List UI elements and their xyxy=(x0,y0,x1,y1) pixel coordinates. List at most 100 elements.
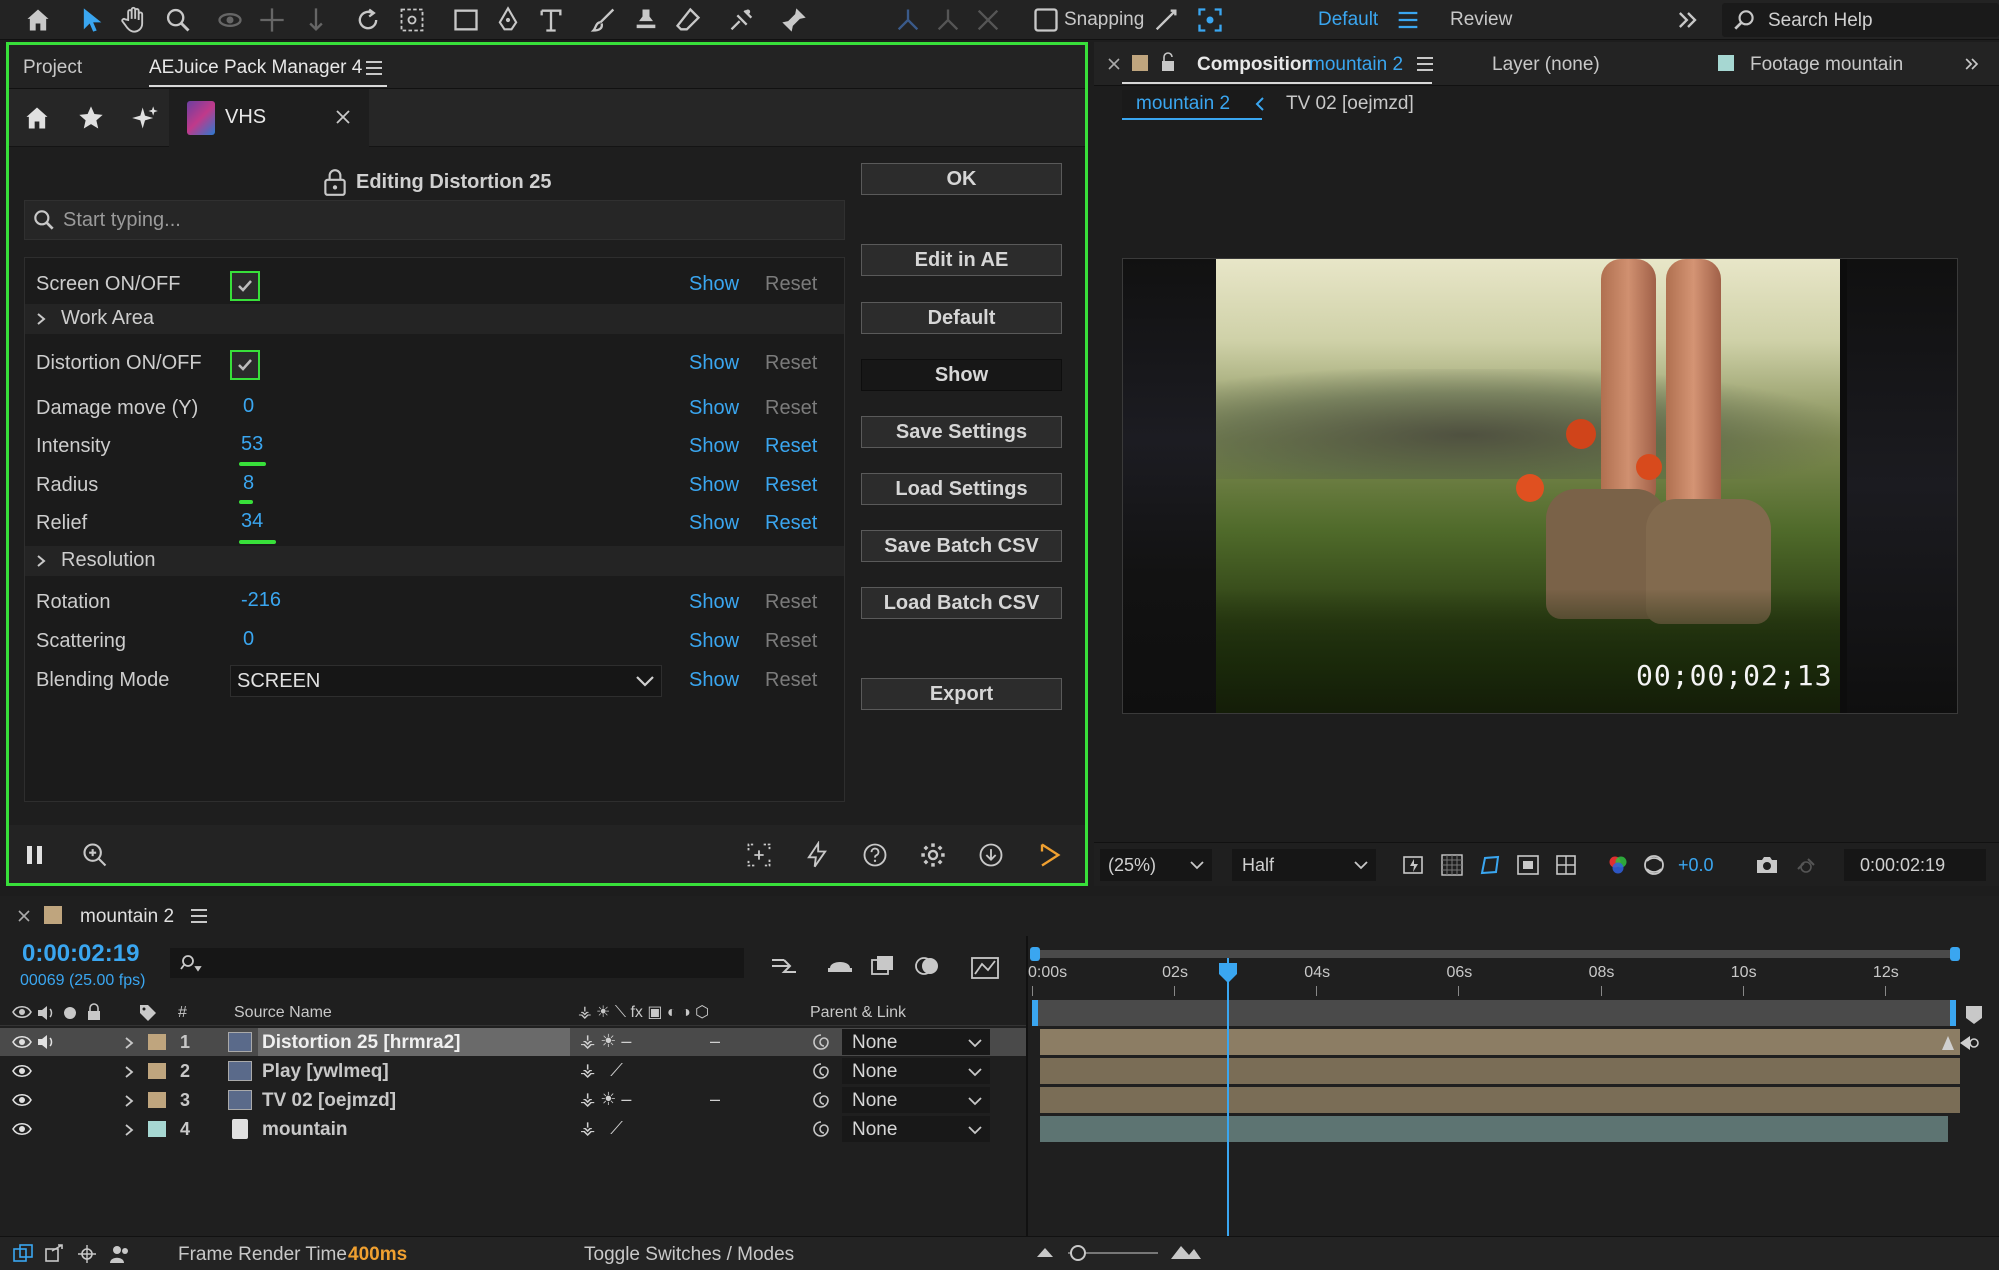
graph-toggle-icon[interactable] xyxy=(76,1243,98,1265)
work-area-bar[interactable] xyxy=(1032,1000,1956,1026)
hand-tool-icon[interactable] xyxy=(118,4,150,36)
composition-viewer[interactable]: 00;00;02;13 xyxy=(1122,258,1958,714)
eye-icon[interactable] xyxy=(12,1063,32,1079)
transfer-controls-icon[interactable] xyxy=(44,1243,66,1265)
current-time-display[interactable]: 0:00:02:19 xyxy=(1844,849,1986,881)
pause-icon[interactable] xyxy=(23,843,47,867)
layer-bar-4[interactable] xyxy=(1040,1116,1948,1142)
snapping-checkbox[interactable] xyxy=(1030,4,1062,36)
param-value[interactable]: 34 xyxy=(241,510,263,533)
source-name-column-header[interactable]: Source Name xyxy=(234,1004,332,1022)
playhead-handle-icon[interactable] xyxy=(1218,962,1238,984)
pickwhip-icon[interactable] xyxy=(812,1120,830,1138)
fast-previews-icon[interactable] xyxy=(1402,853,1426,877)
zoom-in-mountain-icon[interactable] xyxy=(1170,1243,1202,1261)
layer-switches[interactable]: ⚶ ⟋ xyxy=(580,1060,623,1081)
eraser-tool-icon[interactable] xyxy=(672,4,704,36)
lock-column-icon[interactable] xyxy=(86,1003,102,1021)
motion-blur-icon[interactable] xyxy=(914,954,942,978)
dolly-camera-icon[interactable] xyxy=(300,4,332,36)
layer-mode-switch[interactable]: – xyxy=(710,1031,720,1052)
pack-tab-vhs[interactable]: VHS xyxy=(169,89,369,147)
close-icon[interactable] xyxy=(18,910,30,922)
distortion-onoff-checkbox[interactable] xyxy=(230,350,260,380)
eye-icon[interactable] xyxy=(12,1034,32,1050)
group-resolution[interactable]: Resolution xyxy=(25,546,844,576)
layer-switches[interactable]: ⚶ ⟋ xyxy=(580,1118,623,1139)
eye-column-icon[interactable] xyxy=(12,1004,32,1020)
pickwhip-icon[interactable] xyxy=(812,1033,830,1051)
home-icon[interactable] xyxy=(22,4,54,36)
navigator-start-handle[interactable] xyxy=(1030,947,1040,961)
show-button[interactable]: Show xyxy=(689,352,739,375)
pan-camera-icon[interactable] xyxy=(256,4,288,36)
layer-label-color[interactable] xyxy=(148,1063,166,1079)
eye-icon[interactable] xyxy=(12,1092,32,1108)
lock-open-icon[interactable] xyxy=(1160,52,1176,72)
chevron-right-icon[interactable] xyxy=(124,1065,134,1079)
panel-menu-icon[interactable] xyxy=(190,908,208,924)
layer-switches[interactable]: ⚶ ☀ – xyxy=(580,1089,631,1110)
show-button[interactable]: Show xyxy=(689,591,739,614)
layer-label-color[interactable] xyxy=(148,1092,166,1108)
zoom-out-mountain-icon[interactable] xyxy=(1036,1245,1054,1259)
color-channels-icon[interactable] xyxy=(1606,853,1630,877)
show-button[interactable]: Show xyxy=(689,397,739,420)
reset-button[interactable]: Reset xyxy=(765,474,817,497)
solo-column-icon[interactable] xyxy=(64,1007,76,1019)
reset-button[interactable]: Reset xyxy=(765,397,817,420)
axis-local-icon[interactable] xyxy=(892,4,924,36)
show-button[interactable]: Show xyxy=(689,512,739,535)
layer-name[interactable]: mountain xyxy=(262,1119,348,1141)
pen-tool-icon[interactable] xyxy=(492,4,524,36)
fit-frame-icon[interactable] xyxy=(745,841,773,869)
tab-layer[interactable]: Layer (none) xyxy=(1492,54,1600,76)
panel-menu-icon[interactable] xyxy=(1416,56,1434,72)
breadcrumb-next[interactable]: TV 02 [oejmzd] xyxy=(1286,93,1414,115)
reset-button[interactable]: Reset xyxy=(765,669,817,692)
workspace-default[interactable]: Default xyxy=(1318,9,1378,31)
color-management-icon[interactable] xyxy=(1642,853,1666,877)
load-settings-button[interactable]: Load Settings xyxy=(861,473,1062,505)
clone-stamp-icon[interactable] xyxy=(630,4,662,36)
layer-label-color[interactable] xyxy=(148,1121,166,1137)
layer-bar-3[interactable] xyxy=(1040,1087,1960,1113)
param-value[interactable]: 53 xyxy=(241,433,263,456)
parent-select[interactable]: None xyxy=(842,1087,990,1113)
graph-editor-icon[interactable] xyxy=(970,954,1000,980)
save-batch-csv-button[interactable]: Save Batch CSV xyxy=(861,530,1062,562)
layer-name[interactable]: TV 02 [oejmzd] xyxy=(262,1090,396,1112)
layer-search-input[interactable] xyxy=(170,948,744,978)
resolution-select[interactable]: Half xyxy=(1232,849,1376,881)
show-button[interactable]: Show xyxy=(689,273,739,296)
navigator-end-handle[interactable] xyxy=(1950,947,1960,961)
reset-button[interactable]: Reset xyxy=(765,630,817,653)
zoom-slider-track[interactable] xyxy=(1068,1245,1158,1261)
layer-row-2[interactable]: 2 Play [ywlmeq] ⚶ ⟋ None xyxy=(0,1057,1028,1085)
layer-name[interactable]: Distortion 25 [hrmra2] xyxy=(262,1032,460,1054)
reset-button[interactable]: Reset xyxy=(765,591,817,614)
layer-label-color[interactable] xyxy=(148,1034,166,1050)
export-button[interactable]: Export xyxy=(861,678,1062,710)
axis-world-icon[interactable] xyxy=(932,4,964,36)
pickwhip-icon[interactable] xyxy=(812,1062,830,1080)
orbit-camera-icon[interactable] xyxy=(214,4,246,36)
transparency-grid-icon[interactable] xyxy=(1440,853,1464,877)
param-value[interactable]: 0 xyxy=(243,395,254,418)
zoom-in-icon[interactable] xyxy=(81,841,109,869)
parent-select[interactable]: None xyxy=(842,1029,990,1055)
star-icon[interactable] xyxy=(65,89,117,147)
chevron-right-icon[interactable] xyxy=(124,1123,134,1137)
pickwhip-icon[interactable] xyxy=(812,1091,830,1109)
home-icon[interactable] xyxy=(11,89,63,147)
label-column-icon[interactable] xyxy=(138,1003,158,1023)
comp-marker-bin-icon[interactable] xyxy=(1964,1004,1984,1026)
timeline-current-time[interactable]: 0:00:02:19 xyxy=(22,940,139,968)
reset-button[interactable]: Reset xyxy=(765,273,817,296)
work-area-end[interactable] xyxy=(1950,1000,1956,1026)
audio-icon[interactable] xyxy=(36,1033,56,1051)
show-button[interactable]: Show xyxy=(689,669,739,692)
eye-icon[interactable] xyxy=(12,1121,32,1137)
people-icon[interactable] xyxy=(108,1243,132,1265)
reset-button[interactable]: Reset xyxy=(765,512,817,535)
